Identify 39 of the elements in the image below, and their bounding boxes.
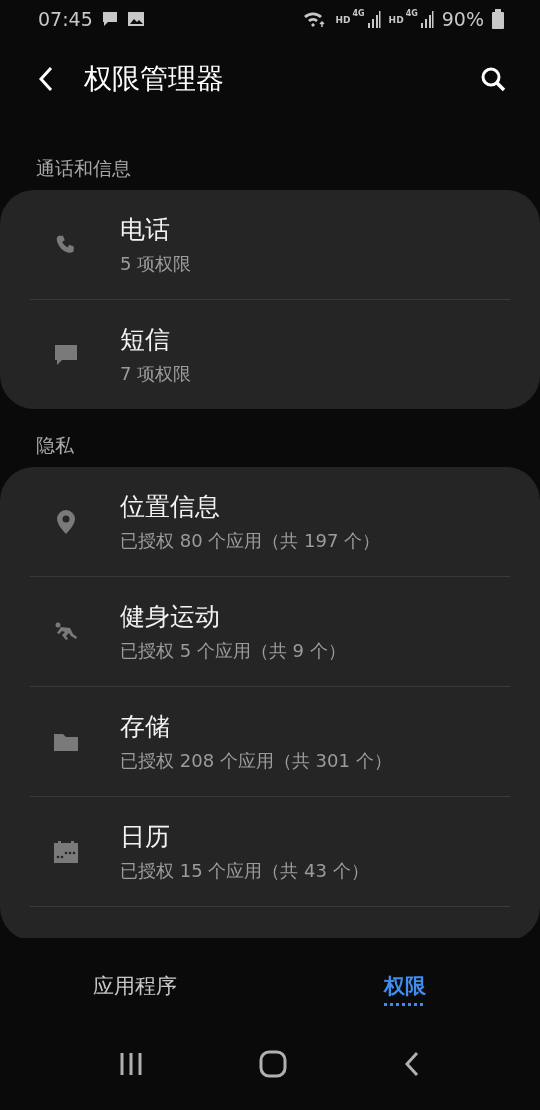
search-button[interactable] [480,66,506,92]
item-subtitle: 5 项权限 [120,252,192,276]
permission-item[interactable]: 存储 已授权 208 个应用（共 301 个） [0,687,540,796]
hd-label: HD [335,15,351,25]
item-subtitle: 已授权 208 个应用（共 301 个） [120,749,392,773]
message-icon [100,10,119,28]
clock: 07:45 [38,8,93,30]
signal-icon [419,9,434,29]
permission-item[interactable]: 位置信息 已授权 80 个应用（共 197 个） [0,467,540,576]
network-label: 4G [352,9,365,18]
item-title: 短信 [120,324,171,356]
signal-icon [366,9,381,29]
item-title: 电话 [120,214,171,246]
section-header: 隐私 [35,433,75,458]
network-label: 4G [405,9,418,18]
permission-item[interactable]: 短信 7 项权限 [0,300,540,409]
tab[interactable]: 应用程序 [0,968,270,1006]
calendar-icon [53,838,79,865]
home-button[interactable] [259,1050,287,1078]
image-icon [126,10,145,28]
item-title: 健身运动 [120,601,221,633]
item-title: 存储 [120,711,171,743]
item-subtitle: 已授权 5 个应用（共 9 个） [120,639,346,663]
section-header: 通话和信息 [35,156,132,181]
battery-icon [492,9,504,29]
hd-label: HD [388,15,404,25]
item-subtitle: 已授权 15 个应用（共 43 个） [120,859,369,883]
permission-item[interactable]: 日历 已授权 15 个应用（共 43 个） [0,797,540,906]
tab[interactable]: 权限 [270,968,540,1006]
item-title: 位置信息 [120,491,221,523]
search-icon [480,66,506,92]
permission-item[interactable]: 健身运动 已授权 5 个应用（共 9 个） [0,577,540,686]
item-subtitle: 已授权 80 个应用（共 197 个） [120,529,381,553]
battery-level: 90% [441,8,484,30]
item-subtitle: 7 项权限 [120,362,192,386]
home-icon [259,1050,287,1078]
item-title: 日历 [120,821,171,853]
page-title: 权限管理器 [84,61,225,97]
permission-item[interactable]: 电话 5 项权限 [0,190,540,299]
